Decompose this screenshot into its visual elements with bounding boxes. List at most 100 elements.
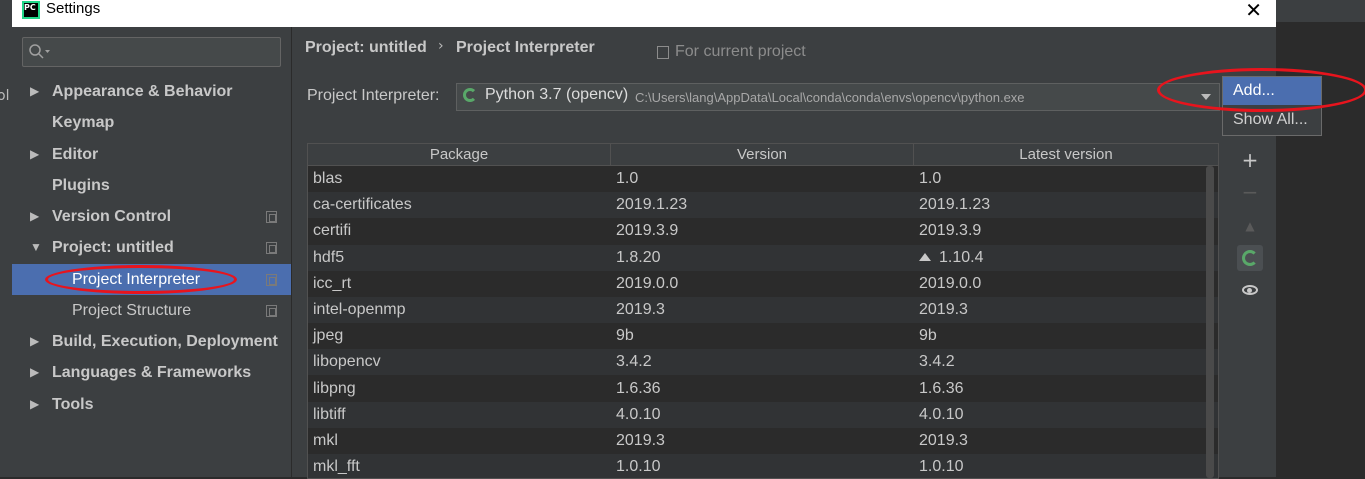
table-row[interactable]: mkl_fft 1.0.10 1.0.10 [308,454,1218,478]
sidebar-item-plugins[interactable]: Plugins [12,170,291,201]
cell-text: hdf5 [313,248,345,266]
refresh-icon [1242,250,1258,266]
table-row[interactable]: hdf5 1.8.20 1.10.4 [308,244,1218,271]
cell-text: 4.0.10 [616,405,661,423]
cell-latest: 2019.0.0 [919,271,981,297]
table-row[interactable]: certifi 2019.3.9 2019.3.9 [308,218,1218,244]
refresh-button[interactable] [1237,245,1263,271]
breadcrumb-separator: › [438,38,444,54]
menu-item-show-all[interactable]: Show All... [1223,106,1321,134]
cell-text: 1.0.10 [919,458,964,476]
cell-text: 1.0 [616,170,639,187]
table-row[interactable]: intel-openmp 2019.3 2019.3 [308,297,1218,323]
interpreter-panel: Project: untitled › Project Interpreter … [292,27,1322,479]
table-row[interactable]: ca-certificates 2019.1.23 2019.1.23 [308,192,1218,219]
table-row[interactable]: blas 1.0 1.0 [308,166,1218,192]
settings-search-input[interactable] [22,37,281,67]
cell-package: certifi [313,218,351,244]
expand-arrow-icon[interactable]: ▶ [30,201,39,232]
cell-text: 2019.3 [616,301,665,318]
chevron-down-icon[interactable] [1201,94,1211,100]
project-scope-icon [266,274,277,286]
interpreter-path: C:\Users\lang\AppData\Local\conda\conda\… [635,90,1025,105]
upgrade-package-button[interactable]: ▲ [1237,213,1263,239]
table-row[interactable]: libopencv 3.4.2 3.4.2 [308,349,1218,376]
table-row[interactable]: mkl 2019.3 2019.3 [308,428,1218,454]
cell-version: 4.0.10 [616,402,660,428]
sidebar-item-label: Project: untitled [52,239,174,256]
table-row[interactable]: libpng 1.6.36 1.6.36 [308,376,1218,402]
cell-latest: 2019.3 [919,428,968,454]
menu-item-add[interactable]: Add... [1223,77,1321,105]
sidebar-item-languages[interactable]: ▶ Languages & Frameworks [12,357,291,388]
sidebar-item-label: Project Structure [72,302,192,319]
interpreter-gear-menu: Add... Show All... [1222,76,1322,136]
cell-version: 1.6.36 [616,376,660,402]
interpreter-label: Project Interpreter: [307,87,440,104]
cell-text: 1.8.20 [616,248,661,266]
cell-text: ca-certificates [313,196,412,214]
table-row[interactable]: libtiff 4.0.10 4.0.10 [308,401,1218,428]
column-header-package[interactable]: Package [308,144,611,165]
cell-latest: 1.6.36 [919,376,963,402]
cell-package: libpng [313,376,356,402]
vertical-scrollbar[interactable] [1206,166,1214,478]
sidebar-item-appearance-behavior[interactable]: ▶ Appearance & Behavior [12,76,291,107]
cell-text: 2019.0.0 [919,274,982,292]
expand-arrow-icon[interactable]: ▶ [30,139,39,170]
expand-arrow-icon[interactable]: ▶ [30,357,39,388]
breadcrumb-project: Project: untitled [305,39,427,56]
sidebar-item-label: Version Control [52,208,172,225]
packages-table: Package Version Latest version blas 1.0 1.… [307,143,1219,479]
cell-version: 3.4.2 [616,349,652,375]
cell-text: 4.0.10 [919,405,964,423]
sidebar-item-label: Build, Execution, Deployment [52,333,278,350]
close-icon[interactable]: ✕ [1245,0,1262,22]
cell-text: 2019.3.9 [616,222,679,240]
remove-package-button[interactable]: − [1237,179,1263,205]
cell-text: mkl [313,432,338,449]
background-window-edge: ol [0,0,12,477]
cell-latest: 2019.1.23 [919,192,990,218]
column-header-latest[interactable]: Latest version [914,144,1218,165]
eye-icon[interactable] [1242,285,1258,295]
cell-text: 3.4.2 [616,353,652,371]
expand-arrow-icon[interactable]: ▶ [30,389,39,420]
cell-text: 2019.3 [919,432,968,449]
cell-version: 2019.3.9 [616,218,678,244]
page-title: Project Interpreter [456,39,595,56]
expand-arrow-icon[interactable]: ▶ [30,326,39,357]
sidebar-item-label: Keymap [52,114,115,131]
cell-latest: 1.0.10 [919,454,964,478]
interpreter-dropdown[interactable]: Python 3.7 (opencv) C:\Users\lang\AppDat… [456,83,1220,111]
sidebar-item-build-execution[interactable]: ▶ Build, Execution, Deployment [12,326,291,357]
project-scope-icon [266,305,277,317]
sidebar-item-version-control[interactable]: ▶ Version Control [12,201,291,232]
sidebar-item-project-interpreter[interactable]: Project Interpreter [12,264,291,295]
sidebar-item-label: Appearance & Behavior [52,83,233,100]
table-row[interactable]: jpeg 9b 9b [308,323,1218,349]
sidebar-item-project[interactable]: ▼ Project: untitled [12,232,291,263]
cell-text: 1.0.10 [616,458,661,476]
table-row[interactable]: icc_rt 2019.0.0 2019.0.0 [308,271,1218,297]
cell-text: jpeg [313,327,344,345]
cell-latest: 3.4.2 [919,349,955,375]
cell-text: certifi [313,222,352,240]
cell-text: libopencv [313,353,381,371]
cell-package: mkl_fft [313,454,360,478]
cell-package: libtiff [313,402,346,428]
expand-arrow-icon[interactable]: ▶ [30,76,39,107]
collapse-arrow-icon[interactable]: ▼ [30,232,42,263]
sidebar-item-keymap[interactable]: Keymap [12,107,291,138]
cell-text: 1.6.36 [616,379,661,397]
add-package-button[interactable]: + [1237,147,1263,173]
sidebar-item-tools[interactable]: ▶ Tools [12,389,291,420]
cell-package: mkl [313,428,338,454]
search-icon [29,44,50,59]
sidebar-item-project-structure[interactable]: Project Structure [12,295,291,326]
background-window-right [1276,0,1365,477]
sidebar-item-label: Editor [52,146,99,163]
upgrade-available-icon [919,252,931,261]
sidebar-item-editor[interactable]: ▶ Editor [12,139,291,170]
column-header-version[interactable]: Version [611,144,914,165]
